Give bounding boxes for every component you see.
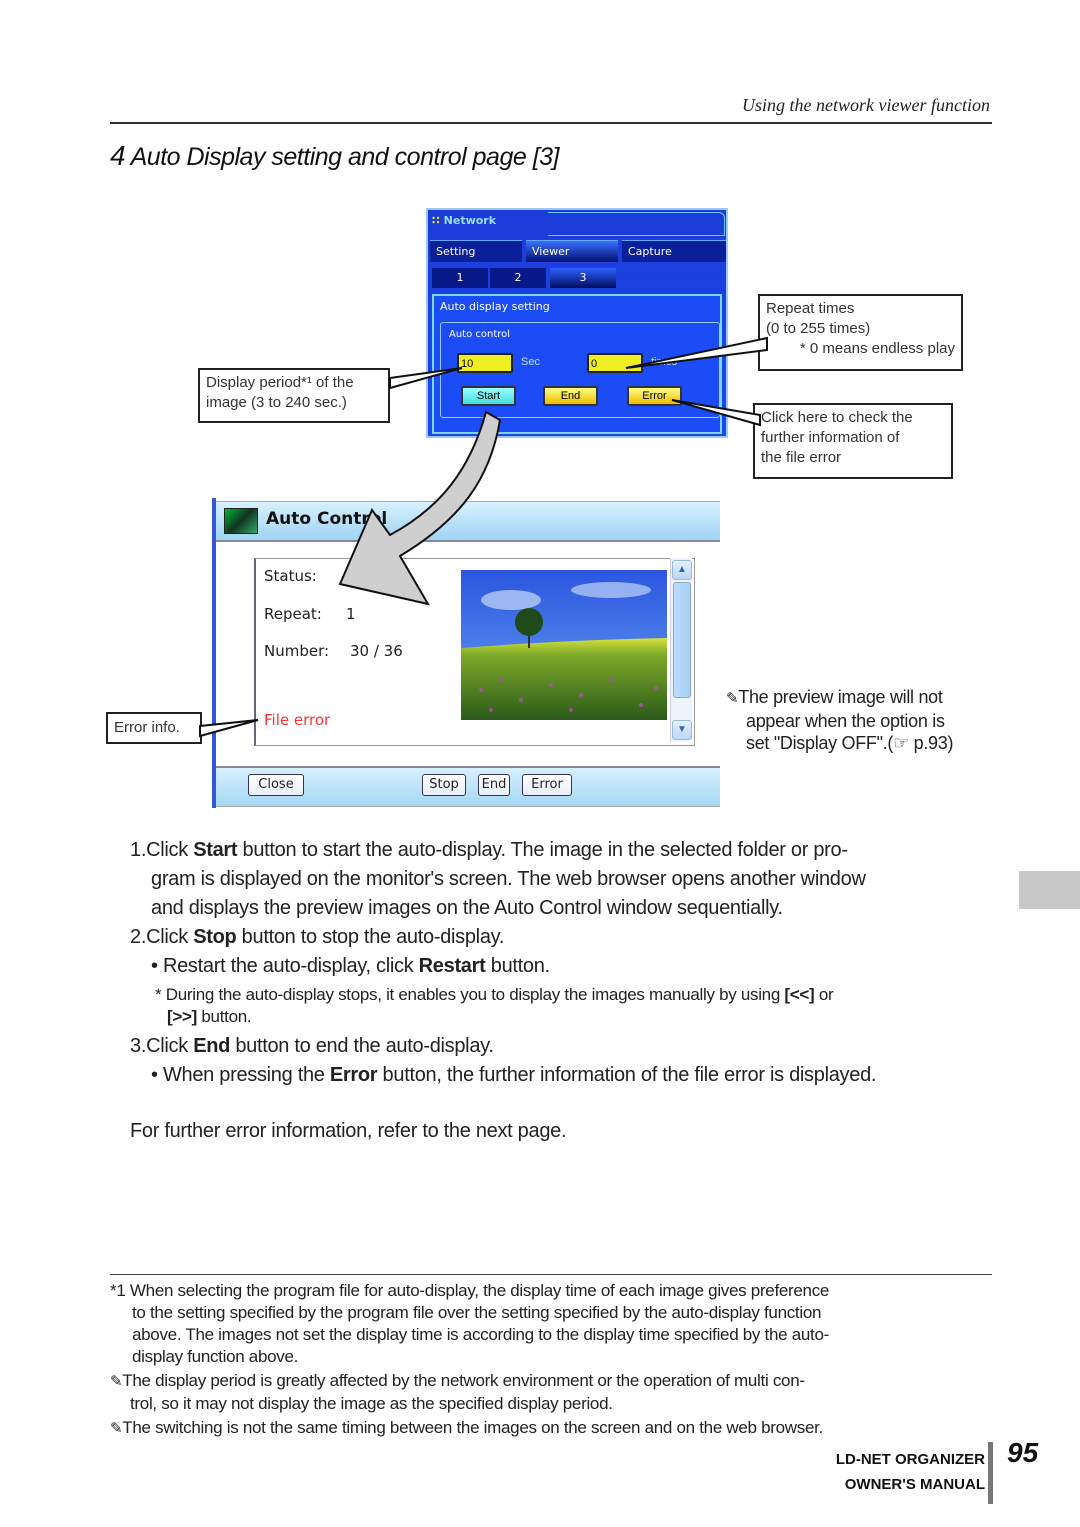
footnote-note-1: ✎The display period is greatly affected …	[110, 1371, 805, 1413]
step-1: 1.Click Start button to start the auto-d…	[130, 839, 848, 861]
brand-line-2: OWNER'S MANUAL	[844, 1476, 985, 1493]
brand-divider	[988, 1442, 993, 1504]
leader-error-button	[671, 399, 761, 427]
leader-display-period	[389, 367, 463, 390]
pencil-note-icon: ✎	[726, 690, 739, 707]
footnote-divider	[110, 1274, 992, 1275]
page-number: 95	[1007, 1437, 1039, 1468]
step-3-bullet: • When pressing the Error button, the fu…	[151, 1064, 877, 1086]
footnote-note-2: ✎The switching is not the same timing be…	[110, 1418, 823, 1437]
step-3: 3.Click End button to end the auto-displ…	[130, 1035, 494, 1057]
brand-line-1: LD-NET ORGANIZER	[835, 1451, 985, 1468]
step-2-note: * During the auto-display stops, it enab…	[155, 985, 834, 1026]
chapter-tab	[1019, 871, 1080, 909]
preview-note: ✎The preview image will not appear when …	[726, 687, 954, 753]
pencil-note-icon: ✎	[110, 1420, 123, 1437]
leader-error-info	[199, 719, 259, 738]
instructions: 1.Click Start button to start the auto-d…	[130, 836, 1000, 1090]
footnote-star1: *1 When selecting the program file for a…	[110, 1281, 830, 1366]
step-2-bullet: • Restart the auto-display, click Restar…	[151, 955, 550, 977]
curved-arrow-icon	[338, 410, 502, 606]
further-info-text: For further error information, refer to …	[130, 1120, 567, 1142]
leader-repeat-times	[625, 336, 768, 369]
step-2: 2.Click Stop button to stop the auto-dis…	[130, 926, 505, 948]
pencil-note-icon: ✎	[110, 1373, 123, 1390]
